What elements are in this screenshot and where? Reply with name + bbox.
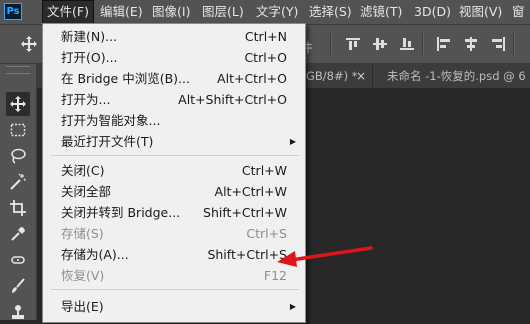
menu-item-open[interactable]: 打开(O)... Ctrl+O	[43, 47, 305, 69]
menu-item-shortcut: Alt+Ctrl+W	[214, 184, 287, 199]
menu-item-close-go-to-bridge[interactable]: 关闭并转到 Bridge... Shift+Ctrl+W	[43, 202, 305, 224]
menu-item-open-as-smart-object[interactable]: 打开为智能对象...	[43, 110, 305, 132]
align-top-icon[interactable]	[345, 37, 361, 51]
menu-item-label: 导出(E)	[61, 299, 104, 314]
menu-item-label: 关闭并转到 Bridge...	[61, 205, 181, 220]
move-icon	[10, 96, 26, 112]
rectangular-marquee-icon	[10, 123, 26, 137]
photoshop-logo-icon[interactable]: Ps	[4, 3, 22, 20]
menu-filter[interactable]: 滤镜(T)	[356, 0, 406, 24]
menu-item-label: 在 Bridge 中浏览(B)...	[61, 71, 190, 86]
menu-select[interactable]: 选择(S)	[305, 0, 356, 24]
marquee-tool[interactable]	[6, 118, 30, 142]
submenu-arrow-icon: ▶	[289, 137, 296, 146]
document-tab-info[interactable]: GB/8#) *	[306, 64, 358, 88]
menu-bar: Ps 文件(F) 编辑(E) 图像(I) 图层(L) 文字(Y) 选择(S) 滤…	[0, 0, 530, 25]
menu-image[interactable]: 图像(I)	[148, 0, 194, 24]
menu-item-open-recent[interactable]: 最近打开文件(T) ▶	[43, 131, 305, 153]
menu-item-shortcut: Ctrl+O	[244, 50, 287, 65]
move-tool[interactable]	[6, 92, 30, 116]
menu-item-shortcut: Alt+Shift+Ctrl+O	[178, 92, 287, 107]
brush-icon	[12, 278, 25, 293]
crop-icon	[10, 200, 26, 216]
options-separator	[422, 33, 424, 55]
magic-wand-icon	[10, 173, 26, 190]
options-separator	[513, 33, 515, 55]
align-horizontal-center-icon[interactable]	[463, 37, 479, 51]
menu-item-label: 存储为(A)...	[61, 247, 129, 262]
panel-grip[interactable]	[6, 66, 30, 74]
lasso-icon	[11, 148, 26, 164]
align-vertical-center-icon[interactable]	[372, 37, 388, 51]
menu-item-label: 关闭全部	[61, 184, 112, 199]
menu-file[interactable]: 文件(F)	[42, 0, 94, 23]
red-arrow-annotation-icon	[277, 246, 373, 267]
menu-item-label: 打开为智能对象...	[61, 113, 161, 128]
menu-item-label: 新建(N)...	[61, 29, 118, 44]
eyedropper-icon	[11, 227, 25, 241]
menu-edit[interactable]: 编辑(E)	[96, 0, 147, 24]
crop-tool[interactable]	[6, 196, 30, 220]
lasso-tool[interactable]	[6, 144, 30, 168]
clone-stamp-icon	[12, 305, 24, 319]
menu-item-close-all[interactable]: 关闭全部 Alt+Ctrl+W	[43, 181, 305, 203]
menu-item-open-as[interactable]: 打开为... Alt+Shift+Ctrl+O	[43, 89, 305, 111]
menu-view[interactable]: 视图(V)	[455, 0, 506, 24]
menu-item-close[interactable]: 关闭(C) Ctrl+W	[43, 160, 305, 182]
eyedropper-tool[interactable]	[6, 222, 30, 246]
menu-item-label: 恢复(V)	[61, 268, 105, 283]
menu-item-shortcut: Alt+Ctrl+O	[217, 71, 287, 86]
healing-brush-icon	[11, 256, 25, 264]
options-separator	[330, 33, 332, 55]
healing-brush-tool[interactable]	[6, 248, 30, 272]
menu-item-label: 关闭(C)	[61, 163, 105, 178]
menu-item-export[interactable]: 导出(E) ▶	[43, 296, 305, 318]
menu-item-new[interactable]: 新建(N)... Ctrl+N	[43, 26, 305, 48]
menu-item-shortcut: Ctrl+N	[244, 29, 287, 44]
menu-item-shortcut: Ctrl+W	[241, 163, 287, 178]
move-tool-icon[interactable]	[20, 35, 38, 53]
menu-window[interactable]: 窗	[508, 0, 529, 24]
menu-separator	[51, 155, 299, 156]
menu-item-browse-in-bridge[interactable]: 在 Bridge 中浏览(B)... Alt+Ctrl+O	[43, 68, 305, 90]
submenu-arrow-icon: ▶	[289, 302, 296, 311]
tab-close-icon[interactable]: ×	[356, 64, 366, 88]
align-left-icon[interactable]	[436, 37, 452, 51]
menu-item-label: 打开为...	[61, 92, 111, 107]
menu-item-shortcut: Shift+Ctrl+W	[203, 205, 287, 220]
align-bottom-icon[interactable]	[399, 37, 415, 51]
menu-item-label: 最近打开文件(T)	[61, 134, 154, 149]
document-tab-second[interactable]: 未命名 -1-恢复的.psd @ 6	[372, 64, 526, 88]
menu-type[interactable]: 文字(Y)	[252, 0, 302, 24]
tools-panel	[0, 64, 37, 320]
menu-3d[interactable]: 3D(D)	[410, 0, 455, 24]
menu-separator	[51, 289, 299, 290]
menu-item-label: 打开(O)...	[61, 50, 118, 65]
align-right-icon[interactable]	[490, 37, 506, 51]
clone-stamp-tool[interactable]	[6, 300, 30, 324]
menu-layer[interactable]: 图层(L)	[198, 0, 248, 24]
menu-item-label: 存储(S)	[61, 226, 104, 241]
brush-tool[interactable]	[6, 274, 30, 298]
magic-wand-tool[interactable]	[6, 170, 30, 194]
